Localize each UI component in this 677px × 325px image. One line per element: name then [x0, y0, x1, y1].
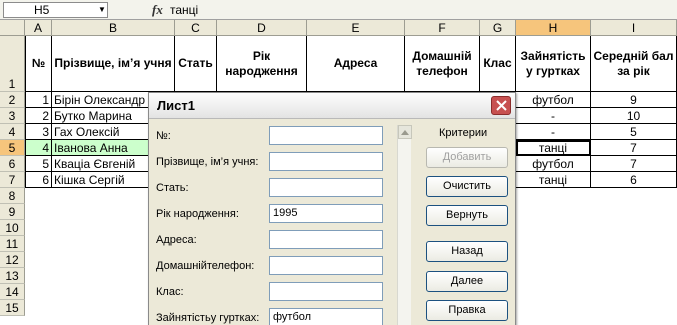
add-button[interactable]: Добавить: [426, 147, 508, 168]
cell-score[interactable]: 6: [591, 172, 677, 188]
column-header-a[interactable]: A: [25, 20, 52, 36]
field-input-num[interactable]: [269, 126, 383, 145]
column-header-h[interactable]: H: [516, 20, 591, 36]
scroll-up-button[interactable]: [398, 125, 412, 139]
row-header-11[interactable]: 11: [0, 236, 25, 252]
cell-activity[interactable]: футбол: [516, 92, 591, 108]
header-cell-num[interactable]: №: [25, 36, 52, 92]
cell-score[interactable]: 7: [591, 140, 677, 156]
row-header-3[interactable]: 3: [0, 108, 25, 124]
row-header-9[interactable]: 9: [0, 204, 25, 220]
name-box[interactable]: H5: [3, 2, 108, 18]
cell-activity[interactable]: -: [516, 124, 591, 140]
header-cell-gender[interactable]: Стать: [175, 36, 217, 92]
active-cell[interactable]: танці: [516, 140, 591, 156]
record-scrollbar[interactable]: [397, 125, 412, 325]
field-input-name[interactable]: [269, 152, 383, 171]
row-header-6[interactable]: 6: [0, 156, 25, 172]
header-cell-birth-year[interactable]: Рік народження: [217, 36, 307, 92]
row-header-14[interactable]: 14: [0, 284, 25, 300]
clear-button[interactable]: Очистить: [426, 176, 508, 197]
field-label-num: №:: [156, 130, 171, 142]
row-header-15[interactable]: 15: [0, 300, 25, 316]
cell-score[interactable]: 9: [591, 92, 677, 108]
cell-num[interactable]: 1: [25, 92, 52, 108]
close-button[interactable]: [491, 96, 511, 115]
field-input-phone[interactable]: [269, 256, 383, 275]
field-input-class[interactable]: [269, 282, 383, 301]
field-label-phone: Домашнійтелефон:: [156, 260, 255, 272]
next-button[interactable]: Далее: [426, 271, 508, 292]
field-label-birth-year: Рік народження:: [156, 208, 239, 220]
row-header-4[interactable]: 4: [0, 124, 25, 140]
cell-activity[interactable]: -: [516, 108, 591, 124]
column-header-f[interactable]: F: [405, 20, 480, 36]
dialog-titlebar[interactable]: Лист1: [149, 93, 515, 119]
field-input-address[interactable]: [269, 230, 383, 249]
row-header-1[interactable]: 1: [0, 36, 25, 92]
column-header-i[interactable]: I: [591, 20, 677, 36]
header-cell-activity[interactable]: Зайнятість у гуртках: [516, 36, 591, 92]
row-header-12[interactable]: 12: [0, 252, 25, 268]
header-cell-address[interactable]: Адреса: [307, 36, 405, 92]
cell-num[interactable]: 6: [25, 172, 52, 188]
cell-score[interactable]: 5: [591, 124, 677, 140]
edit-button[interactable]: Правка: [426, 300, 508, 321]
cell-activity[interactable]: танці: [516, 172, 591, 188]
field-label-address: Адреса:: [156, 234, 197, 246]
row-header-2[interactable]: 2: [0, 92, 25, 108]
formula-input[interactable]: танці: [170, 2, 198, 18]
column-header-e[interactable]: E: [307, 20, 405, 36]
header-cell-class[interactable]: Клас: [480, 36, 516, 92]
back-button[interactable]: Назад: [426, 241, 508, 262]
column-header-g[interactable]: G: [480, 20, 516, 36]
close-icon: [496, 100, 507, 111]
row-header-10[interactable]: 10: [0, 220, 25, 236]
cell-score[interactable]: 7: [591, 156, 677, 172]
chevron-down-icon[interactable]: ▼: [95, 2, 109, 18]
field-input-birth-year[interactable]: 1995: [269, 204, 383, 223]
field-label-name: Прізвище, ім’я учня:: [156, 156, 259, 168]
cell-num[interactable]: 5: [25, 156, 52, 172]
header-cell-score[interactable]: Середній бал за рік: [591, 36, 677, 92]
header-cell-name[interactable]: Прізвище, ім’я учня: [52, 36, 175, 92]
formula-bar: H5 ▼ fx танці: [0, 0, 677, 20]
cell-activity[interactable]: футбол: [516, 156, 591, 172]
column-header-c[interactable]: C: [175, 20, 217, 36]
restore-button[interactable]: Вернуть: [426, 205, 508, 226]
cell-score[interactable]: 10: [591, 108, 677, 124]
field-input-activity[interactable]: футбол: [269, 308, 383, 325]
row-header-13[interactable]: 13: [0, 268, 25, 284]
row-header-5[interactable]: 5: [0, 140, 25, 156]
row-header-8[interactable]: 8: [0, 188, 25, 204]
row-header-7[interactable]: 7: [0, 172, 25, 188]
select-all-corner[interactable]: [0, 20, 25, 36]
column-header-d[interactable]: D: [217, 20, 307, 36]
function-icon[interactable]: fx: [152, 2, 170, 18]
chevron-up-icon: [401, 130, 409, 135]
dialog-title: Лист1: [157, 98, 195, 113]
field-label-gender: Стать:: [156, 182, 189, 194]
field-input-gender[interactable]: [269, 178, 383, 197]
header-cell-phone[interactable]: Домашній телефон: [405, 36, 480, 92]
cell-num[interactable]: 3: [25, 124, 52, 140]
field-label-activity: Зайнятістьу гуртках:: [156, 312, 260, 324]
cell-num[interactable]: 2: [25, 108, 52, 124]
cell-num[interactable]: 4: [25, 140, 52, 156]
column-header-b[interactable]: B: [52, 20, 175, 36]
data-form-dialog: Лист1 №: Прізвище, ім’я учня: Стать: Рік…: [148, 92, 516, 325]
criteria-label: Критерии: [439, 127, 488, 139]
field-label-class: Клас:: [156, 286, 184, 298]
